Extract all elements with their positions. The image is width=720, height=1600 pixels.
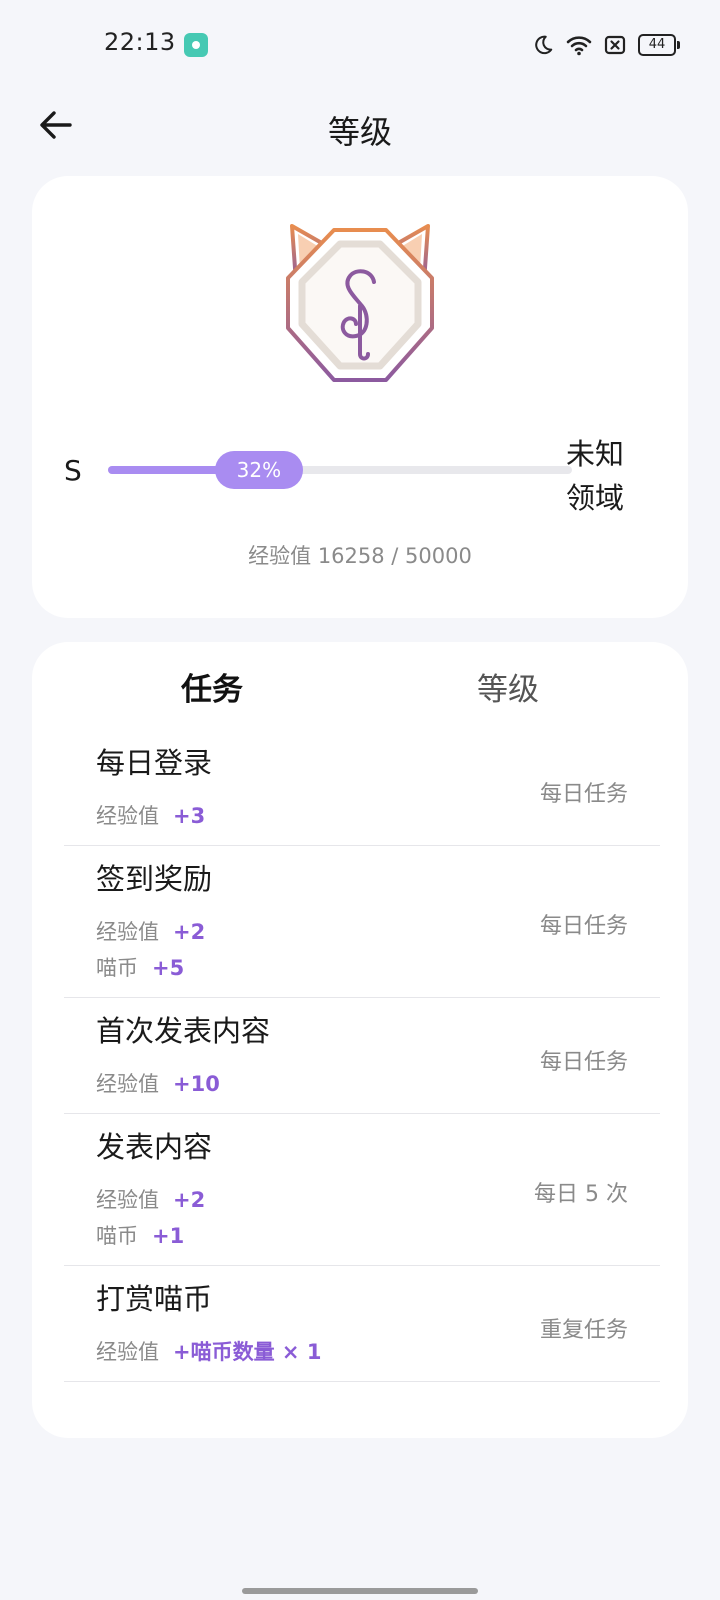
level-progress-bar: 32% xyxy=(108,451,572,489)
home-indicator[interactable] xyxy=(242,1588,478,1594)
reward-row: 经验值 +10 xyxy=(96,1068,220,1098)
task-frequency: 每日任务 xyxy=(539,1050,628,1075)
reward-value: +2 xyxy=(173,920,206,944)
task-item[interactable]: 每日登录 经验值 +3 每日任务 xyxy=(64,730,660,846)
no-sim-icon xyxy=(604,34,626,56)
reward-row: 喵币 +5 xyxy=(96,952,184,982)
nav-bar: 等级 xyxy=(0,95,720,155)
exp-summary: 经验值 16258 / 50000 xyxy=(248,544,472,568)
reward-row: 经验值 +2 xyxy=(96,1184,205,1214)
reward-value: +10 xyxy=(173,1072,220,1096)
level-progress-percent: 32% xyxy=(214,451,303,489)
wifi-icon xyxy=(566,34,592,56)
reward-value: +1 xyxy=(152,1224,185,1248)
task-item[interactable]: 打赏喵币 经验值 +喵币数量 × 1 重复任务 xyxy=(64,1266,660,1382)
task-frequency: 每日 5 次 xyxy=(534,1182,628,1207)
task-name: 首次发表内容 xyxy=(96,1014,271,1048)
reward-label: 喵币 xyxy=(96,956,138,980)
reward-row: 喵币 +1 xyxy=(96,1220,184,1250)
task-list: 每日登录 经验值 +3 每日任务 签到奖励 经验值 +2 喵币 +5 每日任务 首次发… xyxy=(64,730,660,1382)
moon-icon xyxy=(532,34,554,56)
task-name: 每日登录 xyxy=(96,746,213,780)
reward-value: +5 xyxy=(152,956,185,980)
reward-label: 经验值 xyxy=(96,1340,159,1364)
task-item[interactable]: 签到奖励 经验值 +2 喵币 +5 每日任务 xyxy=(64,846,660,998)
status-icons: 44 xyxy=(532,30,680,60)
tasks-card: 任务 等级 每日登录 经验值 +3 每日任务 签到奖励 经验值 +2 喵币 +5 每日… xyxy=(32,642,688,1438)
reward-row: 经验值 +喵币数量 × 1 xyxy=(96,1336,321,1366)
reward-value: +2 xyxy=(173,1188,206,1212)
tab-levels[interactable]: 等级 xyxy=(398,664,618,709)
next-level-label: 未知 领域 xyxy=(566,437,625,515)
page-title: 等级 xyxy=(327,113,392,151)
task-name: 发表内容 xyxy=(96,1130,213,1164)
current-level-label: S xyxy=(64,454,82,487)
status-time: 22:13 xyxy=(104,28,176,56)
level-card: S 32% 未知 领域 经验值 16258 / 50000 xyxy=(32,176,688,618)
task-name: 签到奖励 xyxy=(96,862,213,896)
tab-bar: 任务 等级 xyxy=(32,664,688,724)
app-notification-icon xyxy=(184,33,208,57)
task-item[interactable]: 发表内容 经验值 +2 喵币 +1 每日 5 次 xyxy=(64,1114,660,1266)
reward-label: 经验值 xyxy=(96,1188,159,1212)
battery-icon: 44 xyxy=(638,34,680,56)
task-name: 打赏喵币 xyxy=(96,1282,213,1316)
reward-label: 经验值 xyxy=(96,920,159,944)
level-badge-icon xyxy=(286,224,434,382)
task-item[interactable]: 首次发表内容 经验值 +10 每日任务 xyxy=(64,998,660,1114)
task-frequency: 每日任务 xyxy=(539,914,628,939)
reward-label: 经验值 xyxy=(96,804,159,828)
reward-row: 经验值 +3 xyxy=(96,800,205,830)
reward-value: +喵币数量 × 1 xyxy=(173,1340,322,1364)
reward-row: 经验值 +2 xyxy=(96,916,205,946)
reward-label: 经验值 xyxy=(96,1072,159,1096)
reward-value: +3 xyxy=(173,804,206,828)
task-frequency: 每日任务 xyxy=(539,782,628,807)
tab-tasks[interactable]: 任务 xyxy=(102,664,322,709)
reward-label: 喵币 xyxy=(96,1224,138,1248)
status-bar: 22:13 44 xyxy=(0,0,720,90)
task-frequency: 重复任务 xyxy=(539,1318,628,1343)
